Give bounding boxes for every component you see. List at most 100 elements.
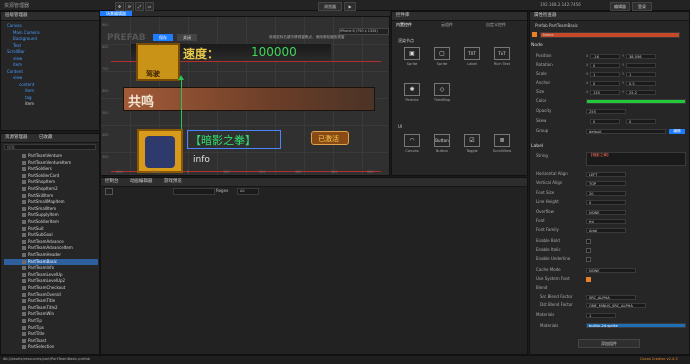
x-field[interactable]: 0 [590,81,620,86]
widget-item[interactable]: ≣ ScrollView [488,134,516,153]
asset-item[interactable]: PartTeamVenture [4,153,98,159]
node-active-checkbox[interactable] [532,32,537,37]
asset-item[interactable]: PartTips [4,325,98,331]
materials-count[interactable]: 1 [586,313,616,318]
rect-tool-icon[interactable]: ▭ [145,2,154,11]
asset-item[interactable]: PartShopItem [4,179,98,185]
hierarchy-node[interactable]: Text [13,43,21,49]
widget-tab[interactable]: 内置控件 [396,22,412,28]
hierarchy-node[interactable]: item [25,101,34,107]
hierarchy-node[interactable]: item [13,62,22,68]
widget-item[interactable]: ▢ Sprite [428,47,456,66]
widget-item[interactable]: ☑ Toggle [458,134,486,153]
asset-item[interactable]: PartTeamAdvance [4,239,98,245]
scale-tool-icon[interactable]: ⤢ [135,2,144,11]
asset-item[interactable]: PartSelection [4,344,98,350]
login-button[interactable]: 登录 [632,2,652,11]
hierarchy-node[interactable]: Canvas [7,23,22,29]
asset-item[interactable]: PartSoldierCard [4,173,98,179]
log-level-select[interactable]: All [237,188,259,195]
asset-item[interactable]: PartTeamInfo [4,265,98,271]
asset-item[interactable]: PartSkillItem [4,193,98,199]
opacity-field[interactable]: 255 [586,109,626,114]
y-field[interactable]: 38.556 [626,54,656,59]
hierarchy-node[interactable]: Content [7,69,23,75]
asset-item[interactable]: PartTeamTitle2 [4,305,98,311]
style-checkbox[interactable] [586,239,591,244]
edit-group-button[interactable]: 编辑 [669,129,685,134]
asset-item[interactable]: PartSoldierItem [4,219,98,225]
widget-item[interactable]: Button Button [428,134,456,153]
materials-item-field[interactable]: builtin-2d-sprite [586,323,686,328]
node-section[interactable]: Node [531,43,543,48]
widget-item[interactable]: TxT Rich Text [488,47,516,66]
asset-item[interactable]: PartSmallItem [4,206,98,212]
asset-item[interactable]: PartTeamLevelUp [4,272,98,278]
materials-label[interactable]: Materials [536,312,554,318]
string-field[interactable]: 【暗影之拳】 [586,152,686,166]
hierarchy-node[interactable]: item [25,88,34,94]
asset-item[interactable]: PartTeamBasic [4,258,98,265]
node-name-field[interactable]: Name [540,32,680,38]
x-field[interactable]: -16 [590,54,620,59]
label-prop-field[interactable]: TOP [586,181,626,187]
label-prop-field[interactable]: LEFT [586,172,626,177]
cache-mode-select[interactable]: NONE [586,268,636,273]
hierarchy-node[interactable]: Main Camera [13,30,40,36]
hierarchy-node[interactable]: Background [13,36,37,42]
asset-item[interactable]: PartSoldiers [4,166,98,172]
console-tab[interactable]: 控制台 [105,179,119,184]
widget-item[interactable]: ✺ Particle [398,83,426,102]
label-prop-field[interactable]: Arial [586,228,626,234]
asset-item[interactable]: PartTeamHeader [4,252,98,258]
favorites-tab[interactable]: 已收藏 [39,135,53,140]
y-arrow-icon[interactable] [178,75,184,80]
asset-item[interactable]: PartTeamVentureItem [4,160,98,166]
close-prefab-button[interactable]: 关闭 [177,34,197,41]
asset-item[interactable]: PartSmallMapItem [4,199,98,205]
label-prop-field[interactable]: 0 [586,200,626,206]
x-field[interactable]: 135 [590,90,620,95]
editor-button[interactable]: 编辑器 [610,2,630,11]
asset-item[interactable]: PartSupplyItem [4,212,98,218]
widget-tab[interactable]: 云组件 [441,22,453,28]
asset-item[interactable]: PartTitle [4,331,98,337]
y-field[interactable] [626,63,656,68]
scene-view[interactable]: PREFAB 使用鼠标右键平移视窗焦点，使用滚轮缩放视窗 iPhone 6 (7… [100,16,390,176]
asset-item[interactable]: PartTeamWin [4,311,98,317]
label-prop-field[interactable]: fnt [586,219,626,224]
move-tool-icon[interactable]: ✥ [115,2,124,11]
asset-item[interactable]: PartShopItem2 [4,186,98,192]
asset-item[interactable]: PartTeamOverall [4,292,98,298]
widget-item[interactable]: ◠ Canvas [398,134,426,153]
hierarchy-node[interactable]: view [13,75,22,81]
label-prop-field[interactable]: NONE [586,209,626,215]
asset-item[interactable]: PartSuit [4,226,98,232]
asset-item[interactable]: PartToast [4,338,98,344]
style-checkbox[interactable] [586,248,591,253]
asset-item[interactable]: PartTip [4,318,98,324]
label-section[interactable]: Label [531,144,543,149]
asset-item[interactable]: PartTeamAdvanceItem [4,245,98,251]
console-filter-input[interactable] [173,188,215,195]
widget-tab[interactable]: 自定义控件 [486,22,506,28]
resolution-select[interactable]: iPhone 6 (750 x 1334) [339,28,389,35]
game-preview-tab[interactable]: 游戏预览 [164,179,182,184]
save-prefab-button[interactable]: 保存 [153,34,173,41]
skew-x-field[interactable]: 0 [590,119,620,124]
assets-title[interactable]: 资源管理器 [5,135,28,140]
widget-item[interactable]: ▣ Sprite [398,47,426,66]
style-checkbox[interactable] [586,257,591,262]
y-field[interactable]: 1 [626,72,656,77]
src-blend-select[interactable]: SRC_ALPHA [586,295,636,300]
skew-y-field[interactable]: 0 [626,119,656,124]
group-select[interactable]: default [586,129,666,134]
y-field[interactable]: 25.2 [626,90,656,95]
widget-item[interactable]: ◇ TiledMap [428,83,456,102]
x-field[interactable]: 0 [590,63,620,68]
color-swatch[interactable] [586,99,686,104]
hierarchy-node[interactable]: tag [25,95,32,101]
system-font-checkbox[interactable] [586,277,591,282]
clear-console-icon[interactable] [105,188,113,195]
dst-blend-select[interactable]: ONE_MINUS_SRC_ALPHA [586,303,646,308]
